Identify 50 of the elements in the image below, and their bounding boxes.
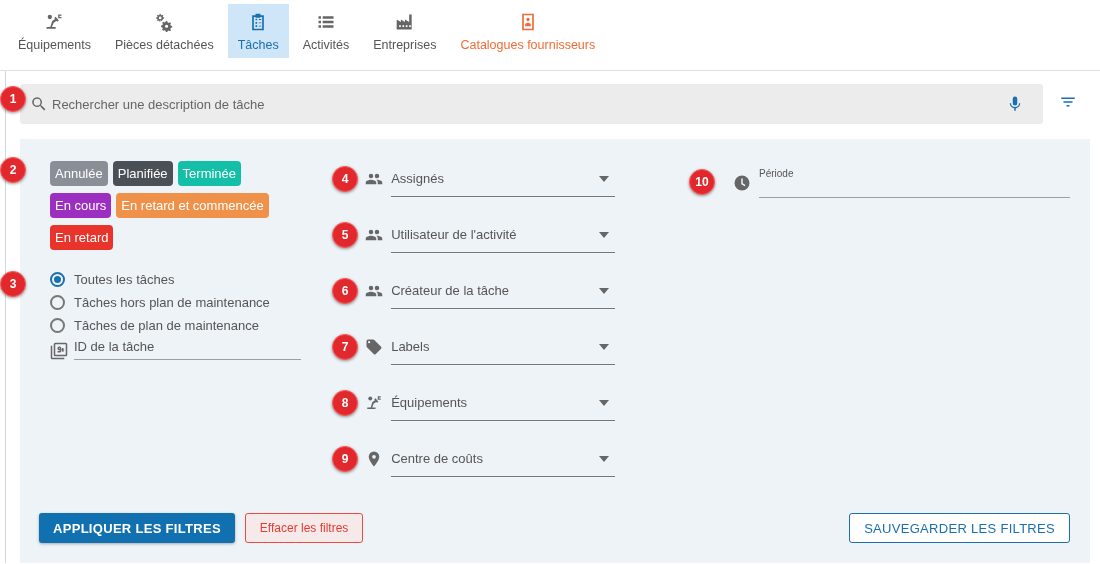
radio-button[interactable] [50,318,65,333]
radio-button[interactable] [50,272,65,287]
dropdown-field[interactable]: Centre de coûts [391,441,616,477]
dropdown-field[interactable]: Équipements [391,385,616,421]
radio-button[interactable] [50,295,65,310]
status-chip[interactable]: En retard [50,225,114,250]
status-chip[interactable]: En cours [50,193,112,218]
period-field[interactable]: Période [759,168,1070,198]
arm-icon [365,394,384,412]
caret-icon [599,231,610,238]
number-badge: 3 [0,271,26,297]
radio-label[interactable]: Toutes les tâches [74,272,175,287]
nav-tab[interactable]: Activités [292,4,360,58]
caret-icon [599,287,610,294]
search-icon [30,95,48,113]
number-badge: 1 [0,86,26,112]
nav-tab[interactable]: Pièces détachées [104,4,224,58]
arm-icon [44,12,65,32]
status-chip[interactable]: Planifiée [112,161,173,186]
number-badge: 8 [332,390,359,416]
tag-icon [365,338,384,356]
number-badge: 5 [332,222,359,248]
apply-filters-button[interactable]: APPLIQUER LES FILTRES [39,513,235,543]
dropdown-field[interactable]: Créateur de la tâche [391,273,616,309]
number-badge: 4 [332,166,359,192]
caret-icon [599,455,610,462]
number-badge: 2 [0,157,26,183]
dropdown-field[interactable]: Utilisateur de l'activité [391,217,616,253]
caret-icon [599,175,610,182]
caret-icon [599,343,610,350]
dropdown-field[interactable]: Assignés [391,161,616,197]
nav-tab[interactable]: Équipements [8,4,101,58]
number-badge: 7 [332,334,359,360]
nav-tab[interactable]: Entreprises [363,4,447,58]
number-badge: 9 [332,446,359,472]
search-field[interactable]: Rechercher une description de tâche [20,84,1043,124]
save-filters-button[interactable]: SAUVEGARDER LES FILTRES [849,513,1070,543]
clock-icon [733,174,751,192]
caret-icon [599,399,610,406]
number-badge: 6 [332,278,359,304]
gears-icon [154,12,175,32]
nav-tab[interactable]: Tâches [227,4,289,58]
task-id-field[interactable]: ID de la tâche [74,335,301,360]
radio-label[interactable]: Tâches hors plan de maintenance [74,295,270,310]
numbered-stack-icon [50,342,68,360]
factory-icon [394,12,415,32]
radio-label[interactable]: Tâches de plan de maintenance [74,318,259,333]
number-badge: 10 [689,169,715,195]
clear-filters-button[interactable]: Effacer les filtres [244,513,364,543]
dropdown-field[interactable]: Labels [391,329,616,365]
